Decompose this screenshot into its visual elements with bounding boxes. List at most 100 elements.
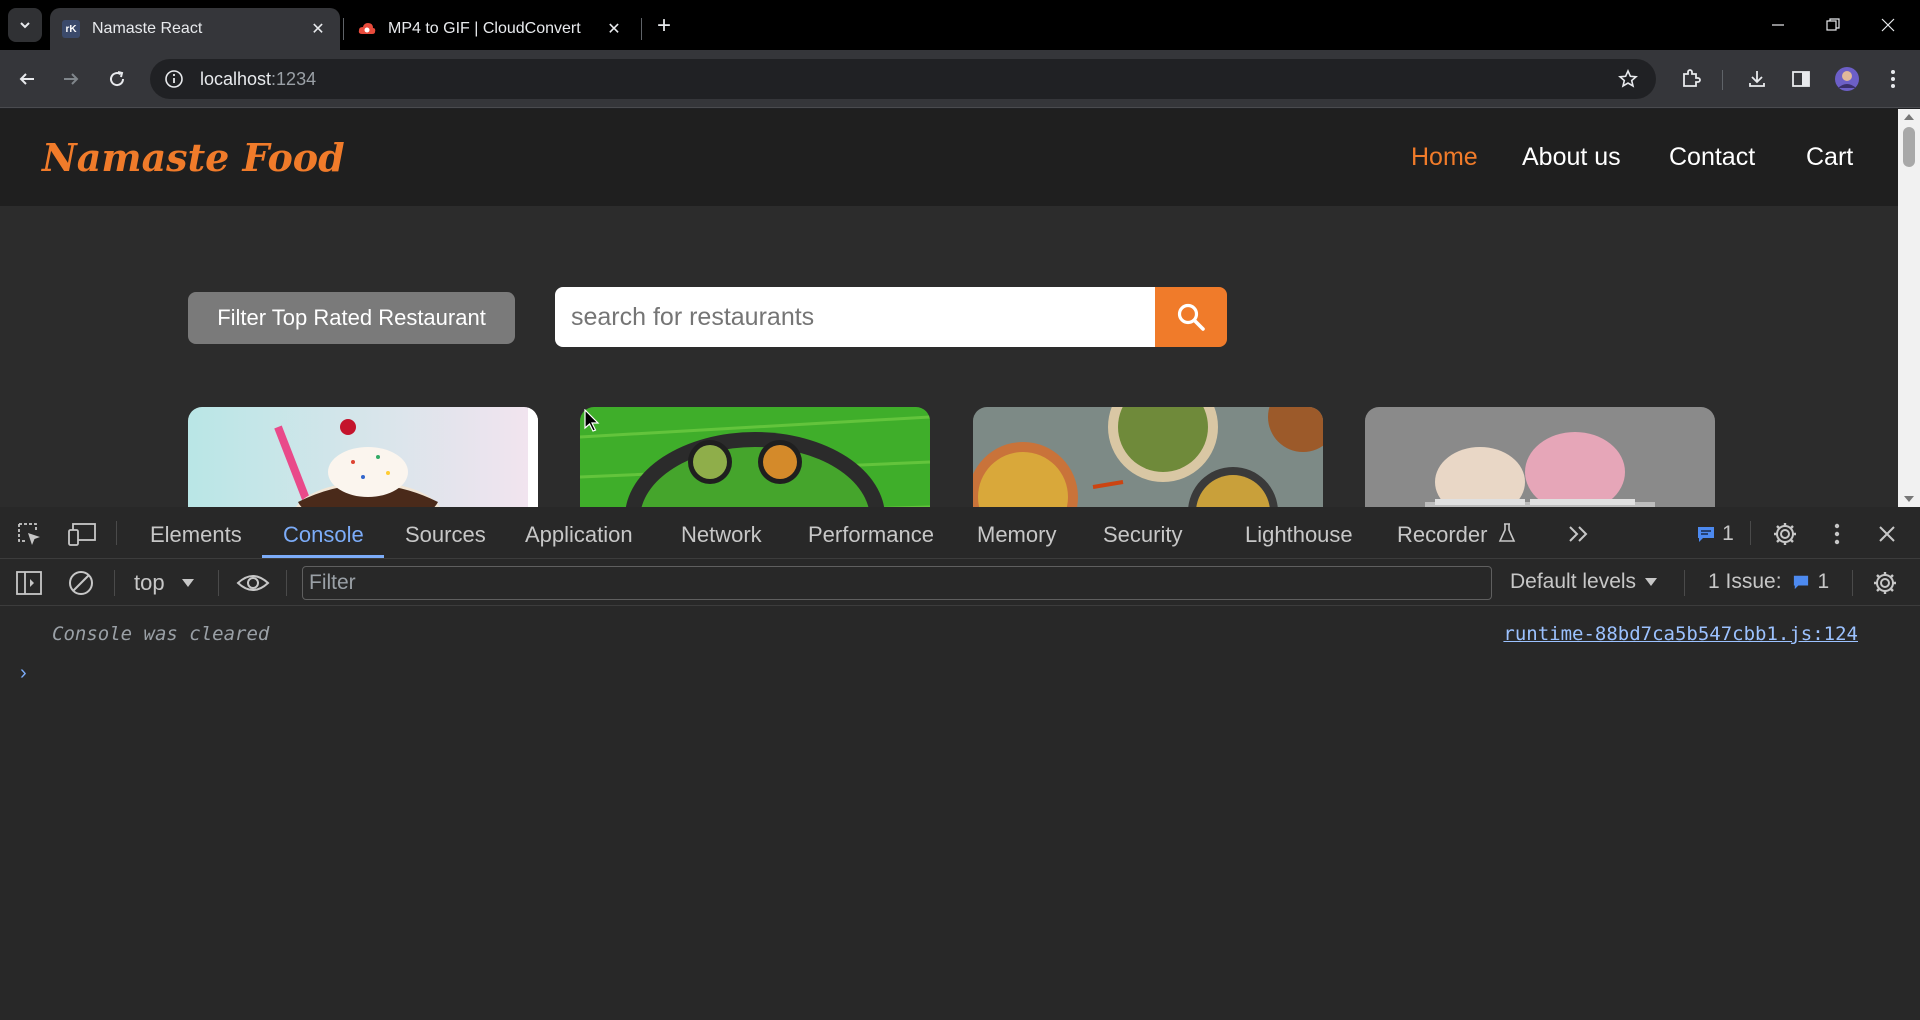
toolbar-divider [218, 570, 219, 596]
restaurant-card[interactable] [188, 407, 538, 507]
side-panel-button[interactable] [1786, 64, 1816, 94]
tab-sources[interactable]: Sources [405, 522, 486, 548]
site-logo[interactable]: Namaste Food [42, 135, 345, 180]
reload-button[interactable] [102, 64, 132, 94]
issues-counter[interactable]: 1 Issue: 1 [1708, 570, 1829, 594]
tab-application[interactable]: Application [525, 522, 633, 548]
rk-icon: rK [62, 20, 80, 38]
tab-title: MP4 to GIF | CloudConvert [388, 20, 581, 37]
context-selector[interactable]: top [134, 570, 195, 596]
tab-cloudconvert[interactable]: MP4 to GIF | CloudConvert ✕ [346, 8, 636, 50]
console-prompt-chevron-icon[interactable]: › [20, 662, 27, 685]
nav-about-us[interactable]: About us [1522, 143, 1621, 172]
arrow-right-icon [64, 73, 79, 85]
console-settings-gear-icon[interactable] [1870, 568, 1900, 598]
arrow-left-icon [19, 73, 34, 85]
toolbar-divider [1722, 70, 1723, 90]
search-icon [1177, 303, 1205, 331]
tab-security[interactable]: Security [1103, 522, 1182, 548]
back-button[interactable] [12, 64, 42, 94]
nav-cart[interactable]: Cart [1806, 143, 1853, 172]
console-source-link[interactable]: runtime-88bd7ca5b547cbb1.js:124 [1503, 623, 1858, 645]
more-vertical-icon [1891, 70, 1895, 88]
message-icon [1793, 575, 1808, 590]
close-devtools-icon[interactable] [1872, 519, 1902, 549]
console-filter-input[interactable]: Filter [302, 566, 1492, 600]
messages-badge[interactable]: 1 [1690, 521, 1740, 547]
close-icon [1881, 18, 1895, 32]
restaurant-card[interactable] [580, 407, 930, 507]
sidebar-toggle-icon[interactable] [14, 568, 44, 598]
filter-top-rated-button[interactable]: Filter Top Rated Restaurant [188, 292, 515, 344]
reload-icon [110, 71, 125, 87]
chevron-down-icon [20, 22, 30, 29]
log-levels-dropdown[interactable]: Default levels [1510, 570, 1658, 594]
toolbar-divider [286, 570, 287, 596]
minimize-icon [1772, 24, 1784, 26]
minimize-button[interactable] [1756, 8, 1800, 42]
restaurant-card[interactable] [973, 407, 1323, 507]
tab-memory[interactable]: Memory [977, 522, 1056, 548]
settings-gear-icon[interactable] [1770, 519, 1800, 549]
nav-contact[interactable]: Contact [1669, 143, 1755, 172]
page-scrollbar[interactable] [1898, 109, 1920, 507]
issues-count: 1 [1817, 570, 1830, 593]
scrollbar-thumb[interactable] [1903, 127, 1915, 167]
context-value: top [134, 570, 165, 595]
url-port: :1234 [271, 68, 317, 89]
indian-dishes-image [973, 407, 1323, 507]
tab-console[interactable]: Console [283, 522, 364, 548]
profile-avatar[interactable] [1832, 64, 1862, 94]
star-icon[interactable] [1618, 69, 1638, 94]
console-toolbar: top Filter Default levels 1 Issue: 1 [0, 560, 1920, 606]
tab-search-button[interactable] [8, 8, 42, 42]
tab-divider [343, 18, 344, 40]
tab-performance[interactable]: Performance [808, 522, 934, 548]
tab-title: Namaste React [92, 20, 203, 37]
download-icon [1749, 71, 1765, 87]
tab-elements[interactable]: Elements [150, 522, 242, 548]
console-message: Console was cleared [52, 623, 270, 645]
restore-button[interactable] [1811, 8, 1855, 42]
message-icon [1698, 527, 1715, 542]
nav-home[interactable]: Home [1411, 143, 1478, 172]
tab-namaste-react[interactable]: rK Namaste React ✕ [50, 8, 340, 50]
tab-network[interactable]: Network [681, 522, 762, 548]
device-toolbar-icon[interactable] [66, 519, 98, 549]
info-icon[interactable] [164, 69, 184, 89]
tab-lighthouse[interactable]: Lighthouse [1245, 522, 1353, 548]
extensions-button[interactable] [1676, 64, 1706, 94]
close-icon[interactable]: ✕ [308, 19, 328, 39]
ice-cream-scoops-image [1365, 407, 1715, 507]
close-icon[interactable]: ✕ [604, 19, 624, 39]
toolbar-divider [1684, 570, 1685, 596]
search-input[interactable] [555, 287, 1155, 347]
forward-button[interactable] [56, 64, 86, 94]
puzzle-icon [1683, 69, 1701, 87]
chrome-menu-button[interactable] [1878, 64, 1908, 94]
close-window-button[interactable] [1866, 8, 1910, 42]
url-host: localhost [200, 68, 272, 89]
more-vertical-icon[interactable] [1822, 519, 1852, 549]
browser-tab-strip: rK Namaste React ✕ MP4 to GIF | CloudCon… [0, 0, 1920, 50]
search-button[interactable] [1155, 287, 1227, 347]
new-tab-button[interactable]: + [650, 12, 678, 40]
downloads-button[interactable] [1742, 64, 1772, 94]
levels-label: Default levels [1510, 570, 1637, 593]
toolbar-divider [114, 570, 115, 596]
clear-console-icon[interactable] [66, 568, 96, 598]
scroll-down-icon[interactable] [1904, 496, 1914, 502]
inspect-element-icon[interactable] [14, 519, 44, 549]
cloudconvert-icon [358, 20, 376, 38]
live-expression-eye-icon[interactable] [234, 568, 272, 598]
ice-cream-sundae-image [188, 407, 538, 507]
more-tabs-icon[interactable] [1564, 519, 1594, 549]
tab-recorder[interactable]: Recorder [1397, 522, 1487, 548]
flask-icon [1496, 521, 1518, 545]
side-panel-icon [1792, 71, 1810, 87]
restore-icon [1826, 18, 1840, 31]
restaurant-card[interactable] [1365, 407, 1715, 507]
plus-icon: + [656, 12, 671, 39]
address-bar[interactable]: localhost:1234 [150, 59, 1656, 99]
scroll-up-icon[interactable] [1904, 114, 1914, 120]
